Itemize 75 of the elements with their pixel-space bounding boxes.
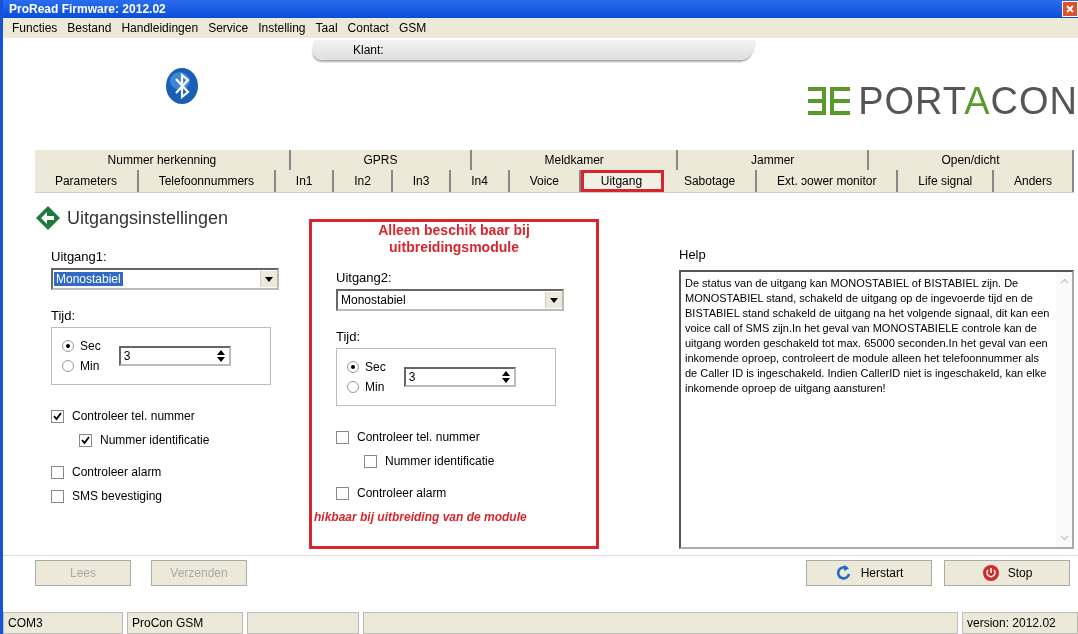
- checkbox[interactable]: [51, 465, 64, 479]
- checkbox[interactable]: [336, 486, 349, 500]
- page-title: Uitgangsinstellingen: [67, 207, 229, 229]
- annotation-note: hikbaar bij uitbreiding van de module: [314, 510, 528, 524]
- radio-label: Min: [80, 359, 100, 373]
- tab[interactable]: Anders: [994, 170, 1074, 192]
- help-text-area: De status van de uitgang kan MONOSTABIEL of BISTABIEL zijn. De MONOSTABIEL stand, schakeld de uitgang op de ingevoerde tijd en de BISTABIEL stand schakeld de uitgang na het volgende signaal, dit kan een voice call of SMS zijn.In het geval van MONOSTABIELE controle kan de uitgang worden geschakeld tot max. 65000 seconden.In het geval van een inkomende oproep, controleert de module alleen het telefoonnummer als de Caller ID is ingeschakeld. Indien CallerID niet is ingeschakeld, kan elke inkomende oproep de uitgang aansturen!: [679, 270, 1074, 549]
- tab[interactable]: Life signal: [898, 170, 995, 192]
- annotation-note: Alleen beschik baar bij uitbreidingsmodule: [377, 222, 531, 256]
- checkbox[interactable]: [51, 489, 64, 503]
- checkbox-label: Nummer identificatie: [100, 433, 210, 447]
- tab[interactable]: Uitgang: [580, 170, 665, 192]
- checkbox[interactable]: [336, 430, 349, 444]
- menu-item[interactable]: Handleidingen: [116, 21, 204, 35]
- radio-button[interactable]: [347, 381, 359, 393]
- window-title: ProRead Firmware: 2012.02: [9, 2, 166, 16]
- checkbox[interactable]: [79, 433, 92, 447]
- radio-button[interactable]: [62, 340, 74, 352]
- tab[interactable]: Voice: [509, 170, 581, 192]
- output-label: Uitgang2:: [336, 270, 393, 285]
- checkbox[interactable]: [51, 409, 64, 423]
- menu-item[interactable]: Instelling: [253, 21, 311, 35]
- tab[interactable]: Telefoonnummers: [138, 170, 276, 192]
- tab[interactable]: In4: [451, 170, 510, 192]
- radio-button[interactable]: [62, 360, 74, 372]
- restart-icon[interactable]: [834, 564, 853, 582]
- tab[interactable]: Open/dicht: [868, 150, 1075, 170]
- radio-button[interactable]: [347, 361, 359, 373]
- tab[interactable]: Parameters: [35, 170, 139, 192]
- tab[interactable]: Sabotage: [664, 170, 758, 192]
- spinner-arrows-icon[interactable]: [215, 349, 226, 363]
- help-label: Help: [679, 247, 707, 262]
- output-label: Uitgang1:: [51, 249, 108, 264]
- tab[interactable]: Meldkamer: [471, 150, 679, 170]
- customer-label: Klant:: [353, 43, 384, 57]
- action-button[interactable]: Stop: [944, 560, 1070, 586]
- tab[interactable]: Jammer: [678, 150, 869, 170]
- tab[interactable]: Nummer herkenning: [35, 150, 291, 170]
- tab[interactable]: In1: [275, 170, 335, 192]
- action-button[interactable]: Herstart: [806, 560, 932, 586]
- time-label: Tijd:: [51, 308, 77, 323]
- tab[interactable]: GPRS: [290, 150, 472, 170]
- menu-item[interactable]: GSM: [393, 21, 432, 35]
- tab[interactable]: Ext. ɔower monitor: [757, 170, 899, 192]
- time-spinner[interactable]: 3: [403, 367, 516, 387]
- back-arrow-icon: [35, 205, 61, 231]
- radio-label: Sec: [80, 339, 101, 353]
- status-panel: version: 2012.02: [962, 612, 1078, 634]
- tab[interactable]: In3: [392, 170, 452, 192]
- bluetooth-icon: [163, 66, 201, 106]
- menu-item[interactable]: Taal: [310, 21, 343, 35]
- menu-item[interactable]: Contact: [342, 21, 394, 35]
- checkbox[interactable]: [364, 454, 377, 468]
- checkbox-label: Controleer alarm: [357, 486, 447, 500]
- menu-item[interactable]: Functies: [7, 21, 63, 35]
- time-label: Tijd:: [336, 329, 362, 344]
- spinner-arrows-icon[interactable]: [500, 370, 511, 384]
- tab[interactable]: In2: [334, 170, 393, 192]
- checkbox-label: Controleer tel. nummer: [357, 430, 480, 444]
- power-icon[interactable]: [981, 564, 1000, 582]
- menu-item[interactable]: Bestand: [62, 21, 117, 35]
- checkbox-label: Nummer identificatie: [385, 454, 495, 468]
- checkbox-label: SMS bevestiging: [72, 489, 163, 503]
- menu-item[interactable]: Service: [203, 21, 254, 35]
- checkbox-label: Controleer alarm: [72, 465, 162, 479]
- checkbox-label: Controleer tel. nummer: [72, 409, 195, 423]
- time-spinner[interactable]: 3: [118, 346, 231, 366]
- company-logo: PORTACON: [808, 82, 1078, 120]
- status-panel: ProCon GSM: [127, 612, 243, 634]
- mode-dropdown[interactable]: Monostabiel: [336, 289, 564, 311]
- close-icon[interactable]: [1062, 1, 1078, 17]
- mode-dropdown[interactable]: Monostabiel: [51, 268, 279, 290]
- radio-label: Sec: [365, 360, 386, 374]
- radio-label: Min: [365, 380, 385, 394]
- status-panel: COM3: [3, 612, 123, 634]
